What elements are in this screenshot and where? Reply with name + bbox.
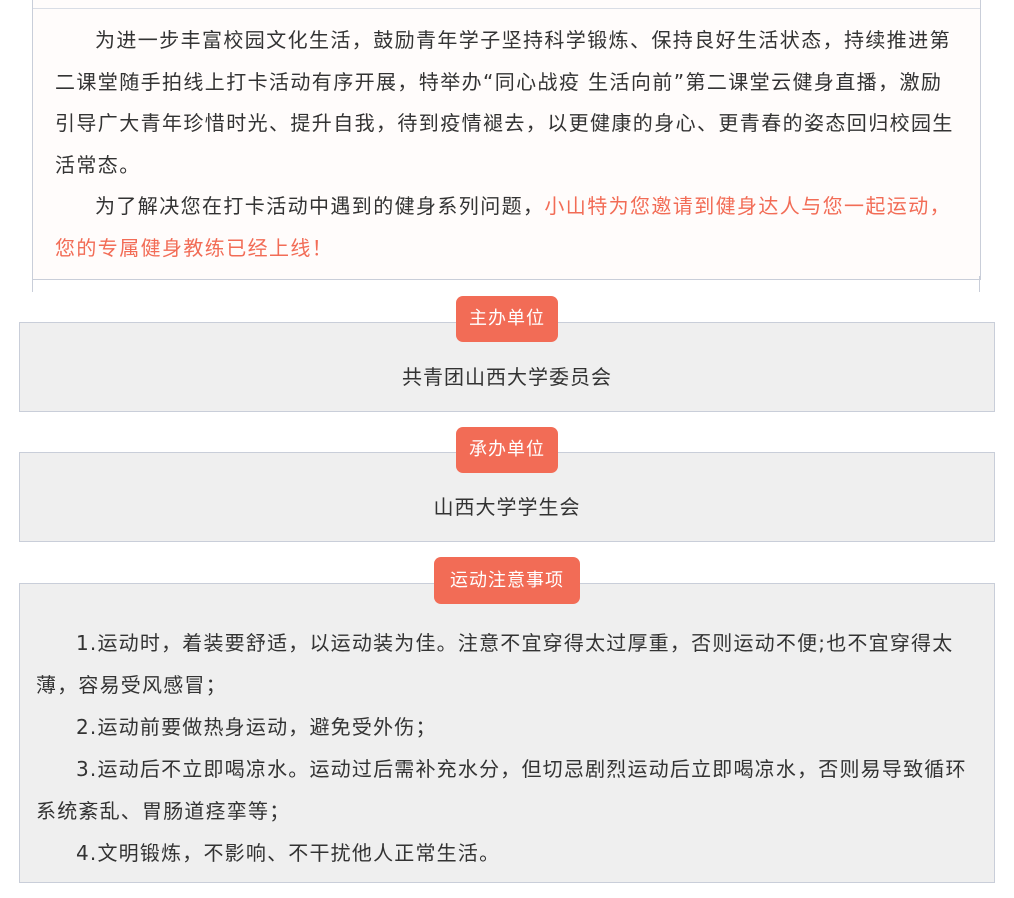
notes-label-badge: 运动注意事项 <box>434 557 580 604</box>
intro-paragraph-2: 为了解决您在打卡活动中遇到的健身系列问题，小山特为您邀请到健身达人与您一起运动，… <box>55 186 959 269</box>
intro-paragraph-2-plain: 为了解决您在打卡活动中遇到的健身系列问题， <box>95 194 545 218</box>
notes-box: 1.运动时，着装要舒适，以运动装为佳。注意不宜穿得太过厚重，否则运动不便;也不宜… <box>19 583 995 883</box>
notes-list: 1.运动时，着装要舒适，以运动装为佳。注意不宜穿得太过厚重，否则运动不便;也不宜… <box>36 622 981 874</box>
notes-item-4: 4.文明锻炼，不影响、不干扰他人正常生活。 <box>76 841 501 865</box>
organizer-label-badge: 主办单位 <box>456 296 558 342</box>
organizer-value: 共青团山西大学委员会 <box>402 365 612 389</box>
notes-item-2: 2.运动前要做热身运动，避免受外伤； <box>76 715 437 739</box>
intro-right-leg <box>979 276 980 292</box>
intro-box: 为进一步丰富校园文化生活，鼓励青年学子坚持科学锻炼、保持良好生活状态，持续推进第… <box>32 0 981 280</box>
notes-item-3: 3.运动后不立即喝凉水。运动过后需补充水分，但切忌剧烈运动后立即喝凉水，否则易导… <box>36 757 967 823</box>
intro-paragraph-1: 为进一步丰富校园文化生活，鼓励青年学子坚持科学锻炼、保持良好生活状态，持续推进第… <box>55 28 954 177</box>
co-organizer-value: 山西大学学生会 <box>433 495 581 519</box>
intro-text: 为进一步丰富校园文化生活，鼓励青年学子坚持科学锻炼、保持良好生活状态，持续推进第… <box>55 20 959 269</box>
intro-top-divider <box>33 8 980 9</box>
intro-left-leg <box>32 276 33 292</box>
notes-item-1: 1.运动时，着装要舒适，以运动装为佳。注意不宜穿得太过厚重，否则运动不便;也不宜… <box>36 631 954 697</box>
co-organizer-label-badge: 承办单位 <box>456 427 558 473</box>
